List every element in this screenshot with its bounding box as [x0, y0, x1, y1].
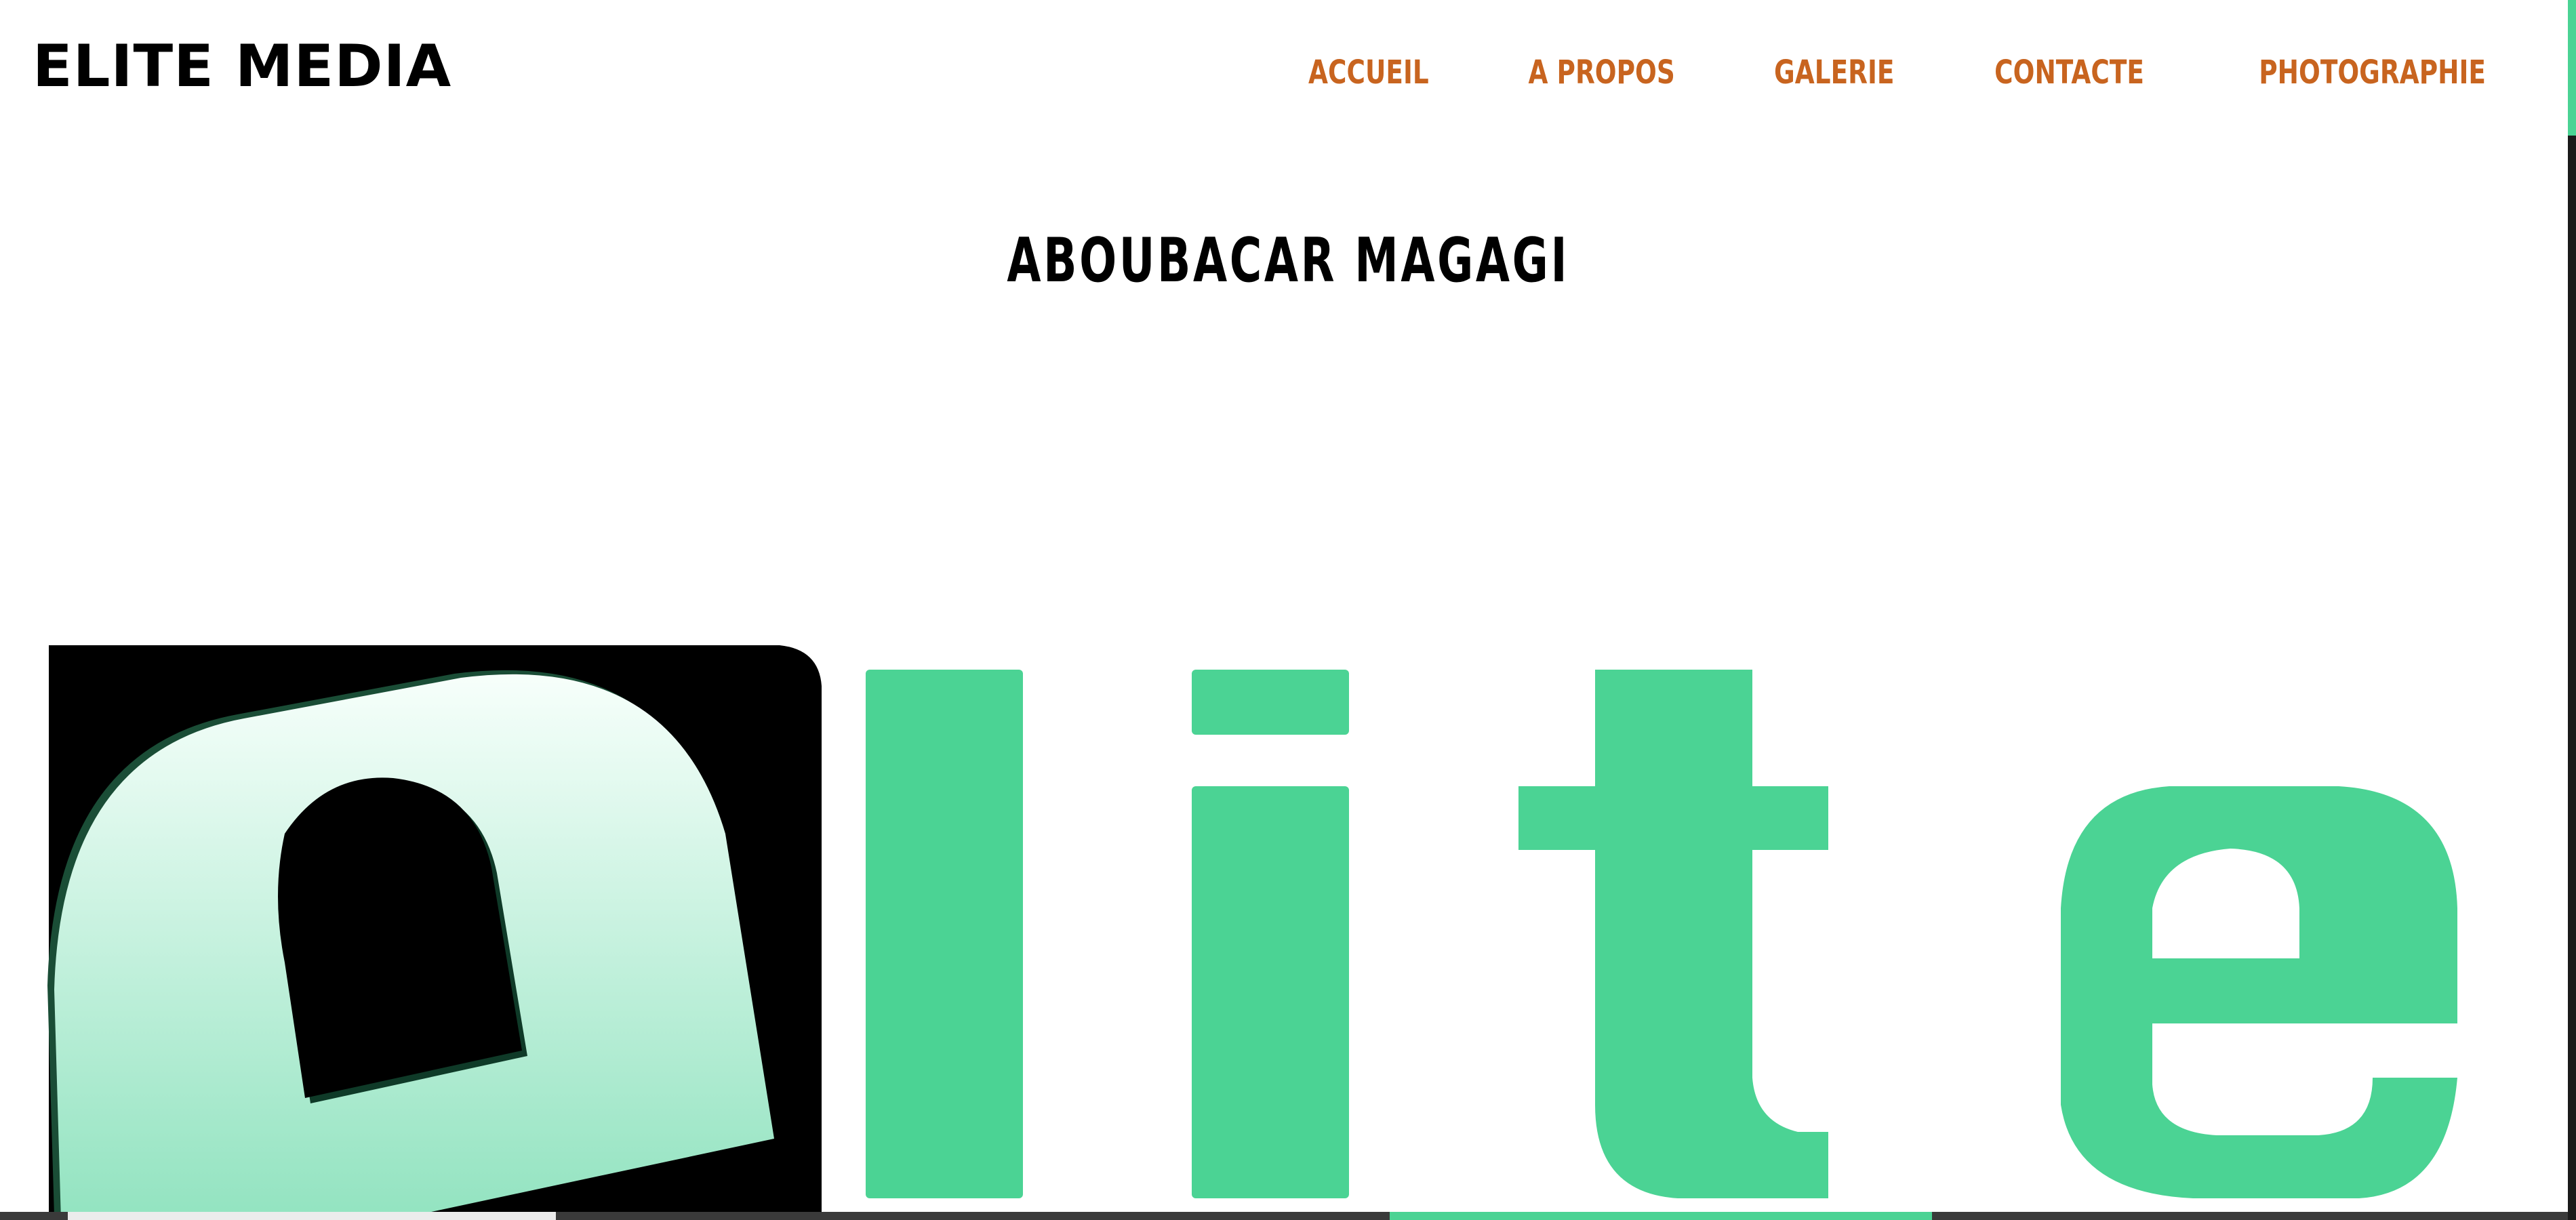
elite-logo-image [0, 645, 2576, 1220]
logo-letter-t [1518, 670, 1828, 1198]
nav-link-galerie[interactable]: GALERIE [1774, 49, 1894, 96]
scrollbar-thumb[interactable] [2568, 0, 2576, 136]
site-header: ELITE MEDIA ACCUEIL A PROPOS GALERIE CON… [0, 0, 2576, 142]
nav-link-photographie[interactable]: PHOTOGRAPHIE [2259, 49, 2486, 96]
logo-letter-i [1192, 670, 1349, 1198]
page-title: ABOUBACAR MAGAGI [1007, 225, 1569, 296]
nav-link-a-propos[interactable]: A PROPOS [1528, 49, 1674, 96]
main-nav: ACCUEIL A PROPOS GALERIE CONTACTE PHOTOG… [1306, 49, 2503, 96]
logo-letter-l [866, 670, 1023, 1198]
nav-link-accueil[interactable]: ACCUEIL [1308, 49, 1429, 96]
scrollbar-track[interactable] [2568, 0, 2576, 1220]
logo-e-shape [47, 670, 774, 1220]
logo-letter-e [2061, 786, 2457, 1198]
nav-link-contacte[interactable]: CONTACTE [1994, 49, 2144, 96]
site-logo-text[interactable]: ELITE MEDIA [33, 33, 451, 100]
